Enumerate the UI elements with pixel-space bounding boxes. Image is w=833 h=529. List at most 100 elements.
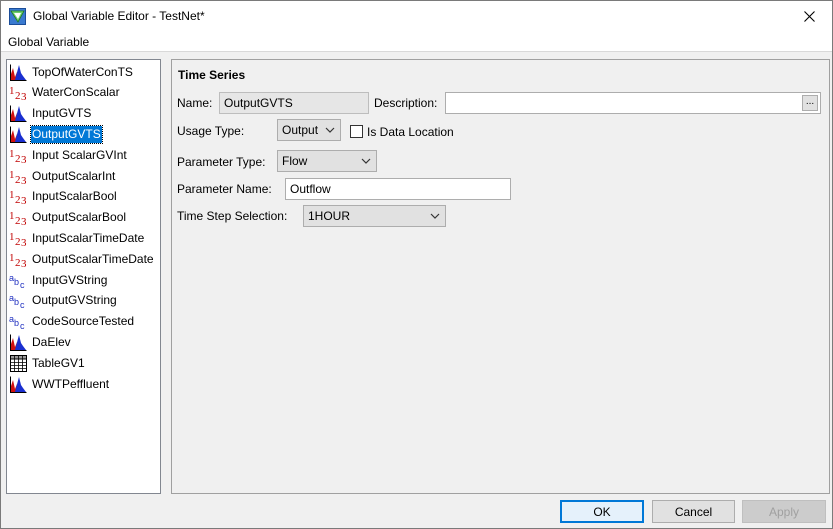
svg-text:1: 1	[9, 85, 15, 97]
parameter-name-field[interactable]: Outflow	[285, 178, 511, 200]
chevron-down-icon	[430, 213, 440, 219]
svg-text:2: 2	[15, 153, 21, 164]
scalar-numeric-icon: 123	[9, 209, 28, 226]
svg-text:3: 3	[21, 154, 27, 164]
tree-item[interactable]: DaElev	[9, 332, 72, 352]
time-series-icon	[9, 64, 28, 81]
tree-item[interactable]: InputGVTS	[9, 104, 92, 124]
svg-text:1: 1	[9, 210, 15, 222]
scalar-numeric-icon: 123	[9, 251, 28, 268]
name-field: OutputGVTS	[219, 92, 369, 114]
title-bar[interactable]: Global Variable Editor - TestNet*	[1, 1, 832, 32]
app-icon	[9, 8, 26, 25]
table-icon	[9, 354, 28, 372]
tree-item[interactable]: 1 2 3 InputScalarBool	[9, 187, 118, 207]
parameter-type-value: Flow	[282, 154, 308, 168]
svg-text:1: 1	[9, 231, 15, 243]
section-title: Time Series	[178, 68, 246, 82]
usage-type-value: Output	[282, 123, 319, 137]
tree-item[interactable]: WWTPeffluent	[9, 374, 110, 394]
tree-item-label: OutputScalarTimeDate	[32, 251, 154, 266]
menu-bar: Global Variable	[1, 32, 832, 52]
scalar-numeric-icon: 123	[9, 84, 28, 101]
svg-text:2: 2	[15, 257, 21, 268]
tree-item[interactable]: TableGV1	[9, 353, 86, 373]
scalar-numeric-icon: 123	[9, 168, 28, 185]
cancel-button[interactable]: Cancel	[652, 500, 735, 523]
tree-item[interactable]: OutputGVTS	[9, 124, 103, 144]
svg-text:c: c	[20, 280, 25, 289]
name-label: Name:	[177, 96, 213, 110]
menu-global-variable[interactable]: Global Variable	[8, 35, 89, 49]
svg-text:c: c	[20, 300, 25, 309]
apply-button[interactable]: Apply	[742, 500, 826, 523]
tree-item-label: TopOfWaterConTS	[32, 64, 133, 79]
parameter-type-label: Parameter Type:	[177, 155, 266, 169]
tree-item[interactable]: 1 2 3 OutputScalarBool	[9, 208, 127, 228]
tree-item[interactable]: 1 2 3 Input ScalarGVInt	[9, 145, 128, 165]
tree-item-label: OutputScalarBool	[32, 210, 127, 225]
svg-text:1: 1	[9, 252, 15, 264]
svg-text:2: 2	[15, 174, 21, 185]
description-browse-button[interactable]: ...	[802, 95, 818, 111]
is-data-location-label: Is Data Location	[367, 125, 454, 139]
time-series-icon	[9, 126, 28, 143]
string-icon: abc	[9, 292, 28, 309]
string-icon: abc	[9, 313, 28, 330]
tree-item-label: InputGVTS	[32, 106, 92, 121]
tree-item[interactable]: 1 2 3 OutputScalarInt	[9, 166, 116, 186]
tree-item-label: Input ScalarGVInt	[32, 147, 127, 162]
svg-text:b: b	[14, 297, 19, 307]
tree-item-label: InputScalarTimeDate	[32, 230, 145, 245]
time-step-value: 1HOUR	[308, 209, 351, 223]
parameter-name-value: Outflow	[290, 182, 331, 196]
svg-text:3: 3	[21, 175, 27, 185]
parameter-type-select[interactable]: Flow	[277, 150, 377, 172]
tree-item-label: OutputGVString	[32, 293, 117, 308]
svg-text:2: 2	[15, 194, 21, 205]
global-variable-editor-window: Global Variable Editor - TestNet* Global…	[0, 0, 833, 529]
time-step-select[interactable]: 1HOUR	[303, 205, 446, 227]
time-series-panel: Time Series Name: OutputGVTS Description…	[171, 59, 830, 494]
ok-button[interactable]: OK	[560, 500, 644, 523]
svg-text:3: 3	[21, 258, 27, 268]
tree-item-label: CodeSourceTested	[32, 314, 135, 329]
tree-item-label: InputScalarBool	[32, 189, 117, 204]
parameter-name-label: Parameter Name:	[177, 182, 272, 196]
svg-text:b: b	[14, 277, 19, 287]
window-title: Global Variable Editor - TestNet*	[33, 9, 205, 23]
svg-text:2: 2	[15, 90, 21, 101]
name-value: OutputGVTS	[224, 96, 293, 110]
tree-item-label: DaElev	[32, 334, 71, 349]
time-series-icon	[9, 334, 28, 351]
tree-item[interactable]: a b c OutputGVString	[9, 291, 118, 311]
svg-text:3: 3	[21, 195, 27, 205]
variable-tree[interactable]: TopOfWaterConTS 1 2 3 WaterConScalar InputGVT…	[6, 59, 161, 494]
tree-item[interactable]: TopOfWaterConTS	[9, 62, 134, 82]
tree-item[interactable]: a b c InputGVString	[9, 270, 108, 290]
tree-item-label: OutputGVTS	[30, 124, 103, 144]
svg-text:2: 2	[15, 215, 21, 226]
tree-item-label: OutputScalarInt	[32, 168, 116, 183]
description-field[interactable]: ...	[445, 92, 821, 114]
tree-item[interactable]: 1 2 3 WaterConScalar	[9, 83, 121, 103]
usage-type-label: Usage Type:	[177, 124, 245, 138]
tree-item[interactable]: 1 2 3 InputScalarTimeDate	[9, 228, 145, 248]
chevron-down-icon	[325, 127, 335, 133]
time-step-label: Time Step Selection:	[177, 209, 288, 223]
tree-item-label: WaterConScalar	[32, 85, 120, 100]
string-icon: abc	[9, 272, 28, 289]
is-data-location-checkbox[interactable]	[350, 125, 363, 138]
chevron-down-icon	[361, 158, 371, 164]
svg-text:2: 2	[15, 236, 21, 247]
tree-item-label: TableGV1	[32, 355, 85, 370]
time-series-icon	[9, 376, 28, 393]
close-button[interactable]	[786, 1, 832, 32]
svg-text:1: 1	[9, 189, 15, 201]
usage-type-select[interactable]: Output	[277, 119, 341, 141]
scalar-numeric-icon: 123	[9, 147, 28, 164]
tree-item[interactable]: 1 2 3 OutputScalarTimeDate	[9, 249, 155, 269]
close-icon	[803, 11, 815, 22]
tree-item-label: InputGVString	[32, 272, 108, 287]
tree-item[interactable]: a b c CodeSourceTested	[9, 312, 135, 332]
